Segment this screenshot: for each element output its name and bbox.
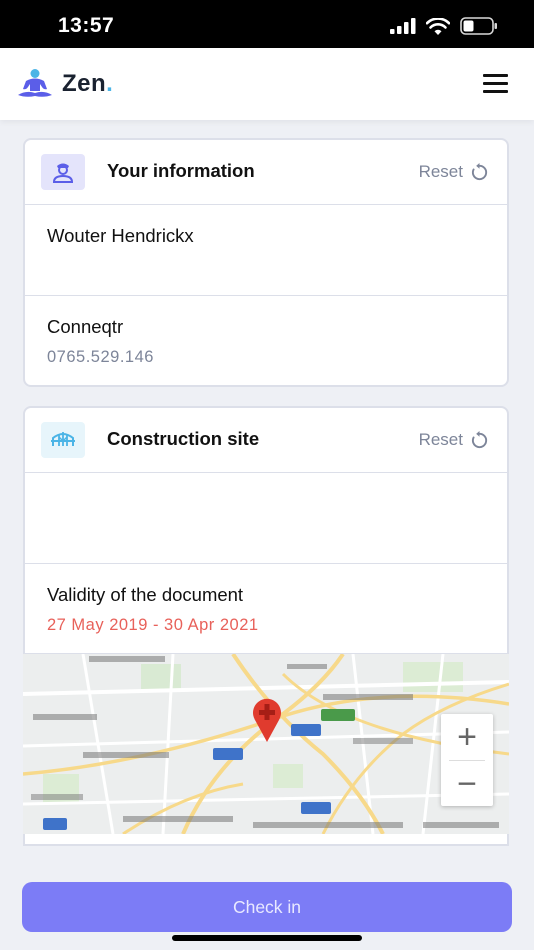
validity-row: Validity of the document 27 May 2019 - 3…: [25, 564, 507, 654]
company-row[interactable]: Conneqtr 0765.529.146: [25, 296, 507, 385]
reset-icon: [471, 430, 488, 448]
signal-icon: [390, 18, 416, 34]
status-bar: 13:57: [0, 0, 534, 48]
user-name: Wouter Hendrickx: [47, 225, 194, 246]
person-icon: [41, 154, 85, 190]
zoom-control: + −: [441, 714, 493, 806]
status-time: 13:57: [58, 14, 115, 37]
card-title: Construction site: [107, 428, 260, 449]
battery-icon: [460, 17, 497, 35]
zoom-out-button[interactable]: −: [441, 761, 493, 807]
map-marker-icon[interactable]: [247, 694, 287, 744]
card-title: Your information: [107, 160, 255, 181]
app-header: Zen.: [0, 48, 534, 120]
home-indicator: [172, 935, 362, 941]
check-in-button[interactable]: Check in: [22, 882, 512, 932]
status-icons: [390, 17, 498, 35]
map-view[interactable]: + −: [23, 654, 509, 834]
company-number: 0765.529.146: [47, 348, 154, 366]
card-header: Construction site Reset: [25, 408, 507, 473]
reset-icon: [471, 162, 488, 180]
name-row[interactable]: Wouter Hendrickx: [25, 205, 507, 296]
crane-bridge-icon: [41, 422, 85, 458]
menu-button[interactable]: [483, 74, 508, 94]
hamburger-menu-icon: [483, 74, 508, 77]
validity-dates: 27 May 2019 - 30 Apr 2021: [47, 616, 259, 634]
meditation-person-icon: [18, 69, 52, 97]
company-name: Conneqtr: [47, 316, 124, 337]
logo[interactable]: Zen.: [16, 68, 113, 100]
site-row[interactable]: [25, 473, 507, 564]
validity-label: Validity of the document: [47, 584, 244, 605]
zoom-in-button[interactable]: +: [441, 714, 493, 760]
your-information-card: Your information Reset Wouter Hendrickx …: [23, 138, 509, 387]
map-tiles: [23, 654, 509, 834]
reset-button[interactable]: Reset: [419, 430, 489, 450]
reset-button[interactable]: Reset: [419, 162, 489, 182]
card-header: Your information Reset: [25, 140, 507, 205]
logo-text: Zen.: [62, 70, 114, 97]
wifi-icon: [426, 17, 450, 35]
